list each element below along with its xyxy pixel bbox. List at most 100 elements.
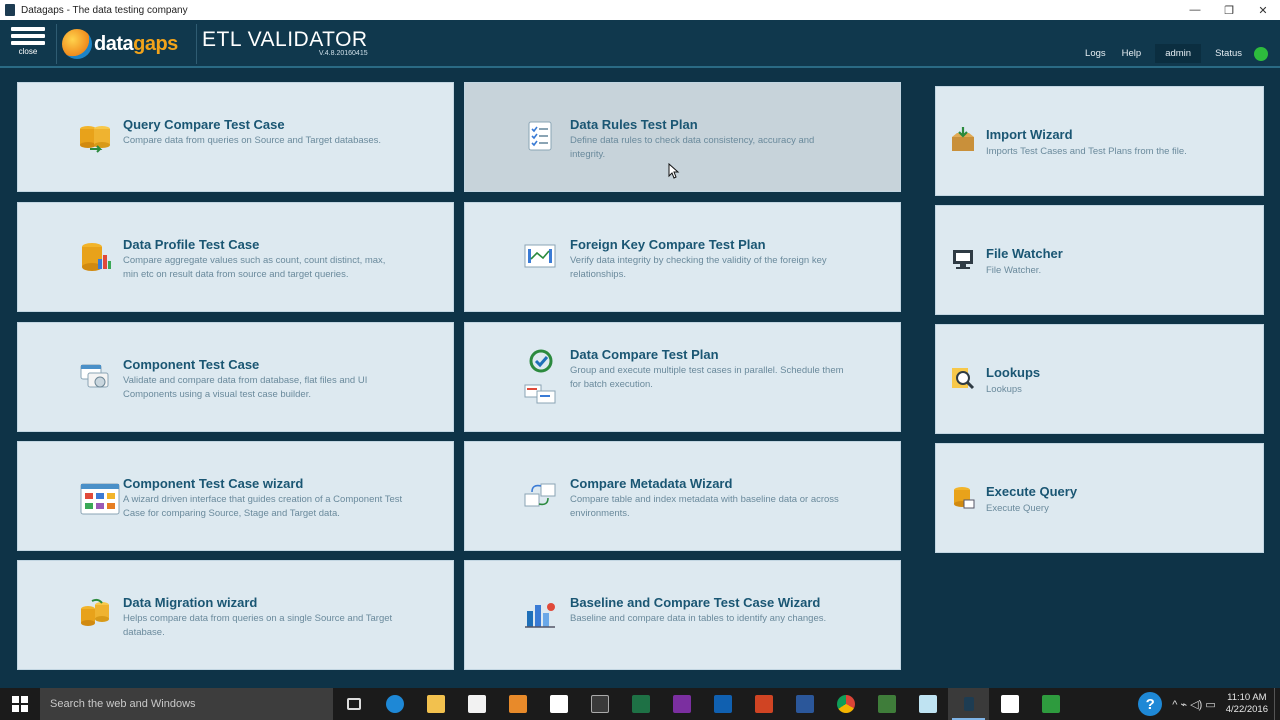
tile-description: A wizard driven interface that guides cr… [123, 494, 403, 519]
logo-prefix: data [94, 32, 134, 55]
database-run-icon [954, 487, 975, 509]
mouse-cursor-icon [668, 163, 680, 179]
user-menu[interactable]: admin [1155, 44, 1202, 63]
hamburger-icon-bar [11, 34, 45, 38]
taskbar-excel[interactable] [620, 688, 661, 720]
menu-toggle-button[interactable]: close [8, 24, 48, 64]
tile-description: Compare aggregate values such as count, … [123, 255, 386, 280]
logo-mark-icon [62, 29, 92, 59]
baseline-chart-icon [525, 603, 555, 628]
tile-title: Execute Query [986, 484, 1078, 499]
taskbar-chrome[interactable] [825, 688, 866, 720]
tile-title: Foreign Key Compare Test Plan [570, 237, 766, 252]
outlook-icon [713, 695, 732, 713]
component-icon [80, 364, 109, 388]
tile-title: Data Migration wizard [123, 595, 258, 610]
app-green-icon [877, 695, 896, 713]
taskbar-outlook[interactable] [702, 688, 743, 720]
tile-title: Query Compare Test Case [123, 117, 285, 132]
restore-button[interactable]: ❐ [1212, 0, 1246, 20]
window-title: Datagaps - The data testing company [21, 4, 188, 16]
product-name: ETL VALIDATOR [202, 28, 368, 51]
edge-icon [385, 695, 404, 713]
tile-import-wizard[interactable]: Import Wizard Imports Test Cases and Tes… [935, 86, 1264, 196]
close-window-button[interactable]: ✕ [1246, 0, 1280, 20]
taskbar-app-c[interactable] [1030, 688, 1071, 720]
hamburger-icon-bar [11, 41, 45, 45]
tile-data-profile-test-case[interactable]: Data Profile Test Case Compare aggregate… [17, 202, 454, 312]
taskbar-word[interactable] [784, 688, 825, 720]
chrome-icon [836, 695, 855, 713]
tile-title: Data Rules Test Plan [570, 117, 698, 132]
tile-description: Verify data integrity by checking the va… [570, 255, 827, 280]
tile-data-rules-test-plan[interactable]: Data Rules Test Plan Define data rules t… [464, 82, 901, 192]
taskbar-etl-validator[interactable] [948, 688, 989, 720]
app-c-icon [1041, 695, 1060, 713]
tile-foreign-key-compare-test-plan[interactable]: Foreign Key Compare Test Plan Verify dat… [464, 202, 901, 312]
status-indicator-icon[interactable] [1254, 46, 1268, 61]
tile-baseline-and-compare-test-case-wizard[interactable]: Baseline and Compare Test Case Wizard Ba… [464, 560, 901, 670]
tile-title: Component Test Case [123, 357, 260, 372]
taskbar-dropbox[interactable] [538, 688, 579, 720]
tile-component-test-case-wizard[interactable]: Component Test Case wizard A wizard driv… [17, 441, 454, 551]
tile-description: File Watcher. [986, 265, 1042, 276]
taskbar-media[interactable] [497, 688, 538, 720]
tile-title: Data Profile Test Case [123, 237, 260, 252]
taskbar-app-green[interactable] [866, 688, 907, 720]
tile-file-watcher[interactable]: File Watcher File Watcher. [935, 205, 1264, 315]
taskbar-edge[interactable] [374, 688, 415, 720]
tile-description: Define data rules to check data consiste… [570, 135, 815, 160]
tile-title: Import Wizard [986, 127, 1073, 142]
taskbar-onenote[interactable] [661, 688, 702, 720]
key-relation-icon [524, 244, 556, 268]
excel-icon [631, 695, 650, 713]
camtasia-icon [1000, 695, 1019, 713]
tile-description: Compare data from queries on Source and … [123, 135, 382, 146]
app-icon [5, 4, 15, 16]
taskbar-clock[interactable]: 11:10 AM 4/22/2016 [1220, 692, 1274, 716]
taskbar-explorer[interactable] [415, 688, 456, 720]
tile-title: Compare Metadata Wizard [570, 476, 733, 491]
metadata-icon [524, 483, 556, 507]
start-button[interactable] [0, 688, 40, 720]
tray-icons[interactable]: ^ ⌁ ◁) ▭ [1168, 698, 1219, 711]
windows-logo-icon [12, 696, 28, 712]
status-label: Status [1215, 48, 1242, 59]
tile-data-compare-test-plan[interactable]: Data Compare Test Plan Group and execute… [464, 322, 901, 432]
tile-description: Group and execute multiple test cases in… [570, 365, 844, 390]
tile-description: Validate and compare data from database,… [123, 375, 368, 400]
tile-compare-metadata-wizard[interactable]: Compare Metadata Wizard Compare table an… [464, 441, 901, 551]
powerpoint-icon [754, 695, 773, 713]
dropbox-icon [549, 695, 568, 713]
tile-component-test-case[interactable]: Component Test Case Validate and compare… [17, 322, 454, 432]
help-tray-icon[interactable]: ? [1138, 692, 1163, 716]
tile-description: Execute Query [986, 503, 1049, 514]
tile-title: Lookups [986, 365, 1041, 380]
clock-time: 11:10 AM [1227, 692, 1267, 703]
folder-icon [426, 695, 445, 713]
taskbar-search-input[interactable]: Search the web and Windows [40, 688, 333, 720]
help-link[interactable]: Help [1114, 48, 1150, 59]
taskbar-notepad[interactable] [907, 688, 948, 720]
amazon-icon [590, 695, 609, 713]
tile-execute-query[interactable]: Execute Query Execute Query [935, 443, 1264, 553]
show-desktop-button[interactable] [1274, 688, 1280, 720]
logs-link[interactable]: Logs [1077, 48, 1114, 59]
task-view-icon [346, 698, 361, 710]
tile-lookups[interactable]: Lookups Lookups [935, 324, 1264, 434]
taskbar-camtasia[interactable] [989, 688, 1030, 720]
task-view-button[interactable] [333, 688, 374, 720]
taskbar-amazon[interactable] [579, 688, 620, 720]
tile-data-migration-wizard[interactable]: Data Migration wizard Helps compare data… [17, 560, 454, 670]
file-watcher-icon [953, 250, 973, 269]
import-box-icon [952, 127, 974, 151]
tile-description: Compare table and index metadata with ba… [570, 494, 839, 519]
clock-date: 4/22/2016 [1225, 704, 1268, 715]
minimize-button[interactable]: — [1178, 0, 1212, 20]
window-controls: — ❐ ✕ [1178, 0, 1280, 20]
tile-query-compare-test-case[interactable]: Query Compare Test Case Compare data fro… [17, 82, 454, 192]
logo-text: datagaps [94, 33, 178, 56]
taskbar-powerpoint[interactable] [743, 688, 784, 720]
store-icon [467, 695, 486, 713]
taskbar-store[interactable] [456, 688, 497, 720]
